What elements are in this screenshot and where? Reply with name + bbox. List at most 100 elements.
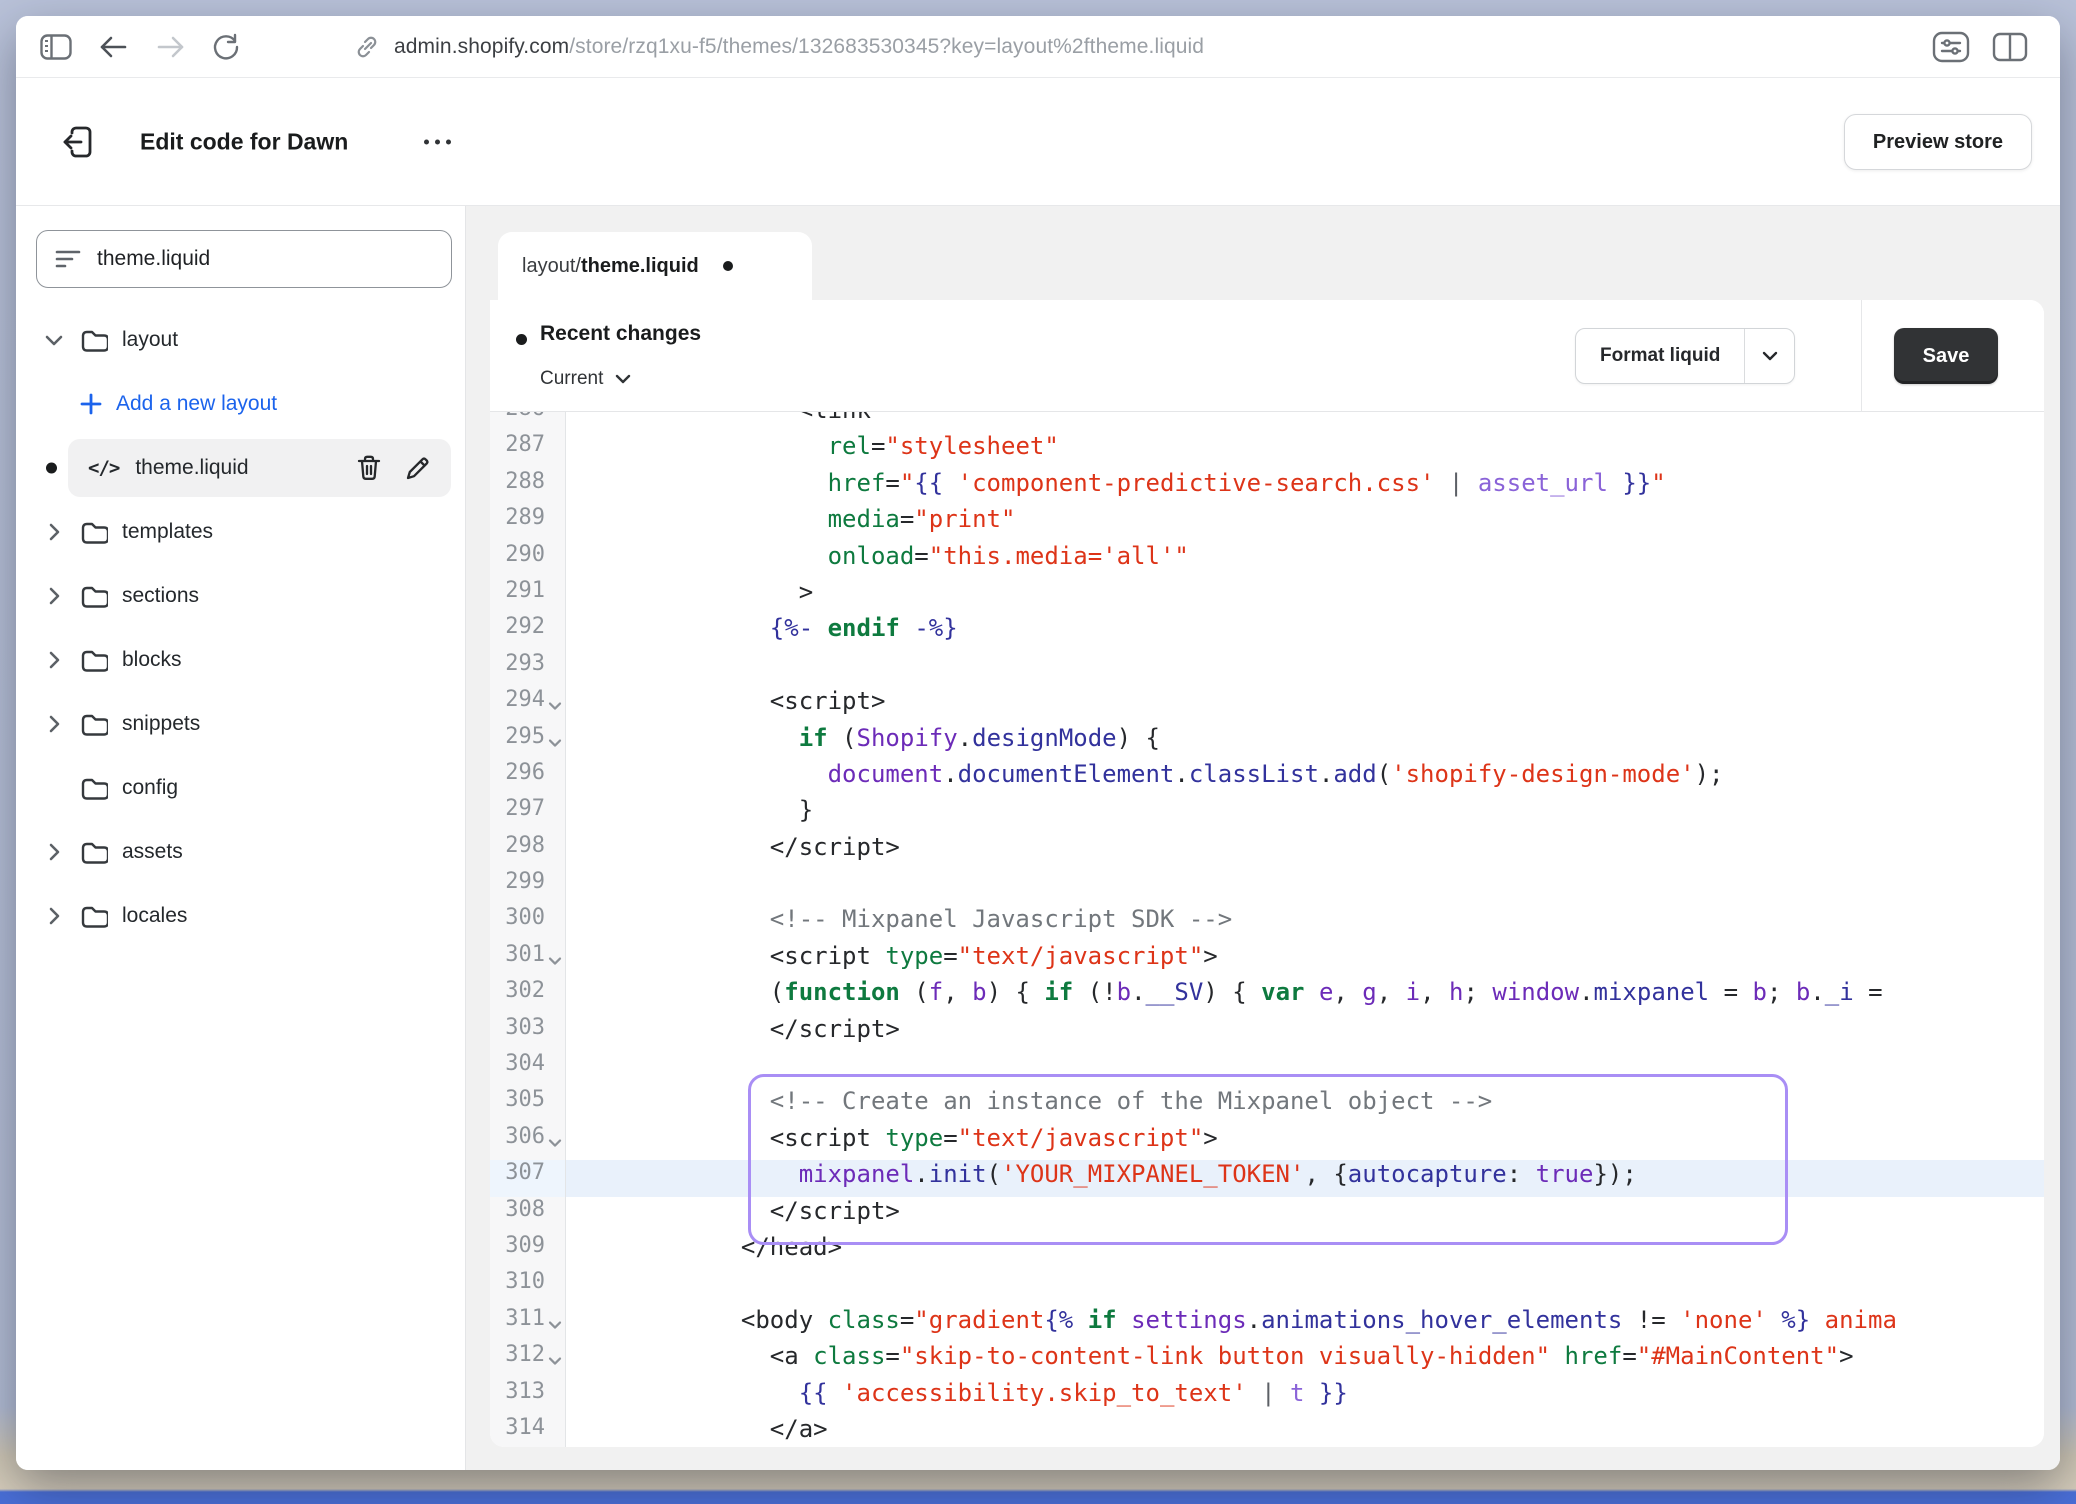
code-line-302[interactable]: (function (f, b) { if (!b.__SV) { var e,… (566, 978, 2044, 1014)
chevron-right-icon[interactable] (44, 843, 64, 861)
selected-file-row[interactable]: </>theme.liquid (68, 439, 451, 497)
code-line-292[interactable]: {%- endif -%} (566, 614, 2044, 650)
filter-icon (55, 249, 81, 269)
chevron-right-icon (48, 587, 60, 605)
sidebar-item-snippets[interactable]: snippets (16, 692, 465, 756)
content-area: theme.liquid layout Add a new layout </>th… (16, 206, 2060, 1470)
fold-chevron-icon[interactable] (548, 957, 562, 966)
code-line-309[interactable]: </head> (566, 1233, 2044, 1269)
gutter-line-300: 300 (490, 905, 565, 941)
sidebar-item-theme-liquid-selected[interactable]: </>theme.liquid (16, 436, 465, 500)
version-dropdown[interactable]: Current (540, 368, 631, 390)
code-line-304[interactable] (566, 1051, 2044, 1087)
fold-chevron-icon[interactable] (548, 1321, 562, 1330)
code-viewport[interactable]: <link rel="stylesheet" href="{{ 'compone… (566, 412, 2044, 1447)
code-line-290[interactable]: onload="this.media='all'" (566, 542, 2044, 578)
gutter-line-304: 304 (490, 1051, 565, 1087)
chevron-right-icon[interactable] (44, 715, 64, 733)
sidebar-toggle-icon[interactable] (40, 34, 72, 60)
format-liquid-button[interactable]: Format liquid (1575, 328, 1795, 384)
code-line-311[interactable]: <body class="gradient{% if settings.anim… (566, 1306, 2044, 1342)
desktop-background: admin.shopify.com/store/rzq1xu-f5/themes… (0, 0, 2076, 1504)
code-line-298[interactable]: </script> (566, 833, 2044, 869)
gutter-line-313: 313 (490, 1379, 565, 1415)
gutter-line-307: 307 (490, 1160, 565, 1196)
code-line-295[interactable]: if (Shopify.designMode) { (566, 724, 2044, 760)
code-line-299[interactable] (566, 869, 2044, 905)
rename-file-button[interactable] (404, 455, 431, 482)
sidebar-item-locales[interactable]: locales (16, 884, 465, 948)
code-line-291[interactable]: > (566, 578, 2044, 614)
folder-icon (80, 712, 108, 736)
sidebar-item-templates[interactable]: templates (16, 500, 465, 564)
folder-icon (80, 840, 108, 864)
tab-unsaved-dot (723, 261, 733, 271)
exit-editor-icon[interactable] (56, 120, 100, 164)
reload-icon[interactable] (212, 33, 240, 61)
code-line-303[interactable]: </script> (566, 1015, 2044, 1051)
fold-chevron-icon[interactable] (548, 1139, 562, 1148)
fold-chevron-icon[interactable] (548, 1357, 562, 1366)
chevron-right-icon[interactable] (44, 651, 64, 669)
code-line-294[interactable]: <script> (566, 687, 2044, 723)
gutter-line-309: 309 (490, 1233, 565, 1269)
file-filter-input[interactable]: theme.liquid (36, 230, 452, 288)
code-editor[interactable]: 2862872882892902912922932942952962972982… (490, 412, 2044, 1447)
chevron-down-icon[interactable] (44, 334, 64, 346)
sidebar-item-config[interactable]: config (16, 756, 465, 820)
gutter-line-305: 305 (490, 1087, 565, 1123)
chevron-right-icon[interactable] (44, 523, 64, 541)
fold-chevron-icon[interactable] (548, 702, 562, 711)
unsaved-indicator-dot (46, 463, 57, 474)
code-line-305[interactable]: <!-- Create an instance of the Mixpanel … (566, 1087, 2044, 1123)
tab-theme-liquid[interactable]: layout/theme.liquid (498, 232, 812, 300)
code-line-288[interactable]: href="{{ 'component-predictive-search.cs… (566, 469, 2044, 505)
page-settings-icon[interactable] (1932, 31, 1970, 63)
code-line-293[interactable] (566, 651, 2044, 687)
fold-chevron-icon[interactable] (548, 738, 562, 747)
save-button[interactable]: Save (1894, 328, 1998, 384)
chevron-right-icon[interactable] (44, 907, 64, 925)
code-line-307[interactable]: mixpanel.init('YOUR_MIXPANEL_TOKEN', {au… (566, 1160, 2044, 1196)
gutter-line-312: 312 (490, 1342, 565, 1378)
folder-icon (80, 840, 108, 864)
chevron-right-icon (48, 651, 60, 669)
code-line-296[interactable]: document.documentElement.classList.add('… (566, 760, 2044, 796)
sidebar-item-sections[interactable]: sections (16, 564, 465, 628)
code-line-287[interactable]: rel="stylesheet" (566, 432, 2044, 468)
address-bar[interactable]: admin.shopify.com/store/rzq1xu-f5/themes… (354, 16, 1204, 77)
add-layout-label: Add a new layout (116, 392, 277, 416)
folder-icon (80, 584, 108, 608)
code-line-308[interactable]: </script> (566, 1197, 2044, 1233)
gutter-line-288: 288 (490, 469, 565, 505)
code-line-306[interactable]: <script type="text/javascript"> (566, 1124, 2044, 1160)
code-line-289[interactable]: media="print" (566, 505, 2044, 541)
sidebar-item-assets[interactable]: assets (16, 820, 465, 884)
sidebar-item-layout[interactable]: layout (16, 308, 465, 372)
split-view-icon[interactable] (1992, 32, 2028, 62)
folder-label: layout (122, 328, 178, 352)
format-liquid-label[interactable]: Format liquid (1576, 329, 1744, 383)
more-options-icon[interactable] (414, 129, 461, 154)
folder-label: snippets (122, 712, 200, 736)
gutter-line-299: 299 (490, 869, 565, 905)
code-line-300[interactable]: <!-- Mixpanel Javascript SDK --> (566, 905, 2044, 941)
code-line-286[interactable]: <link (566, 412, 2044, 432)
sidebar-item-blocks[interactable]: blocks (16, 628, 465, 692)
forward-icon[interactable] (156, 35, 186, 59)
add-new-layout-button[interactable]: Add a new layout (16, 372, 465, 436)
code-line-297[interactable]: } (566, 796, 2044, 832)
code-line-314[interactable]: </a> (566, 1415, 2044, 1447)
plus-icon (80, 393, 102, 415)
browser-window: admin.shopify.com/store/rzq1xu-f5/themes… (16, 16, 2060, 1470)
code-line-301[interactable]: <script type="text/javascript"> (566, 942, 2044, 978)
folder-label: sections (122, 584, 199, 608)
code-line-313[interactable]: {{ 'accessibility.skip_to_text' | t }} (566, 1379, 2044, 1415)
code-line-312[interactable]: <a class="skip-to-content-link button vi… (566, 1342, 2044, 1378)
preview-store-button[interactable]: Preview store (1844, 114, 2032, 170)
chevron-right-icon[interactable] (44, 587, 64, 605)
format-options-chevron[interactable] (1744, 329, 1794, 383)
delete-file-button[interactable] (356, 454, 382, 482)
code-line-310[interactable] (566, 1269, 2044, 1305)
back-icon[interactable] (98, 35, 128, 59)
